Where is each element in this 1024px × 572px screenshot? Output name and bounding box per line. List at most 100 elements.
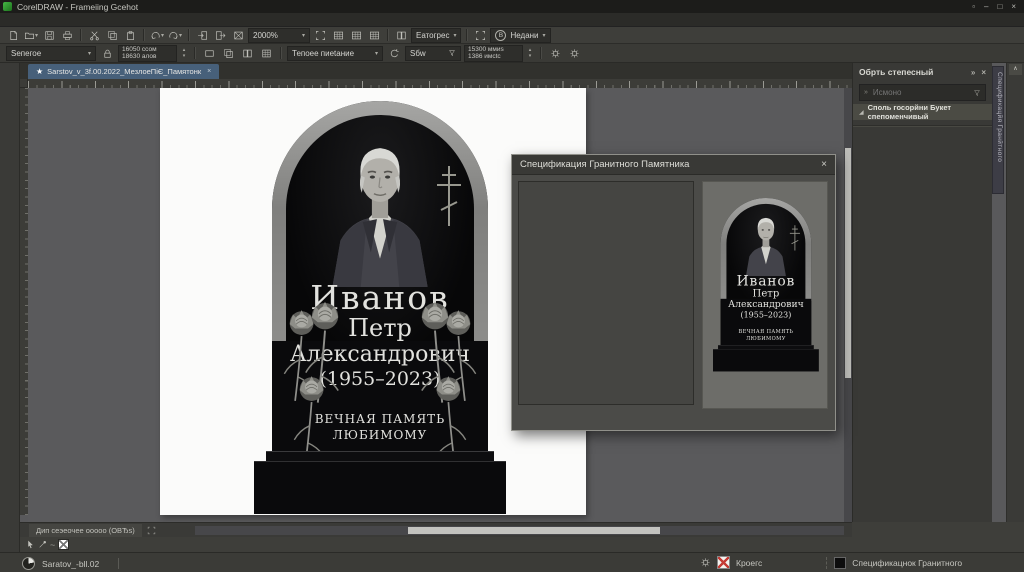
grid-view-button[interactable] <box>366 28 382 42</box>
search-icon: » <box>864 89 868 96</box>
docker-title: Обрть степесный <box>859 67 933 77</box>
position-spinner[interactable]: ▴▾ <box>180 47 188 59</box>
grid-view-button[interactable] <box>330 28 346 42</box>
cut-button[interactable] <box>86 28 102 42</box>
monument-slab: Иванов Петр Александрович (1955–2023) ВЕ… <box>272 101 488 451</box>
fit-page-button[interactable] <box>312 28 328 42</box>
status-dashed-separator <box>826 557 828 569</box>
standard-toolbar: ▾ ▾ ▾ 2000% ▾ Еатогрес ▾ B Недани <box>0 27 1024 44</box>
effects-label: Еатогрес <box>416 31 449 40</box>
position-y-value: 18630 алов <box>122 53 176 61</box>
window-control-close[interactable]: × <box>1011 2 1016 11</box>
fill-status-label: Кроегс <box>736 558 762 568</box>
options-button[interactable] <box>566 46 582 60</box>
toolbar-separator <box>143 29 144 41</box>
window-control-restore[interactable]: ▫ <box>972 2 975 11</box>
pages-button[interactable] <box>393 28 409 42</box>
status-bar: Saratov_-bll.02 Кроегс Спецификацнок Гра… <box>0 552 1024 572</box>
dialog-close-icon[interactable]: × <box>821 159 827 170</box>
arrange-button[interactable] <box>258 46 274 60</box>
carnation-engraving-right <box>420 289 480 454</box>
preset-combo[interactable]: Sепегое ▾ <box>6 46 96 61</box>
import-button[interactable] <box>194 28 210 42</box>
palette-scroll-up-button[interactable]: ∧ <box>1009 64 1022 75</box>
lock-ratio-button[interactable] <box>99 46 115 60</box>
horizontal-scrollbar-thumb[interactable] <box>408 527 660 534</box>
favorite-star-icon: ★ <box>36 67 43 76</box>
toolbar-separator <box>540 47 541 59</box>
portrait-engraving-mini <box>742 212 789 276</box>
search-input[interactable] <box>871 87 970 98</box>
undo-button[interactable]: ▾ <box>149 28 165 42</box>
size-spinner[interactable]: ▴▾ <box>526 47 534 59</box>
badge-b-icon: B <box>495 30 506 41</box>
corel-logo-icon <box>3 2 12 11</box>
eyedropper-icon <box>40 541 46 547</box>
launch-combo[interactable]: B Недани ▾ <box>490 28 550 43</box>
window-control-maximize[interactable]: □ <box>997 2 1002 11</box>
monument-preview-panel: Иванов Петр Александрович (1955–2023) ВЕ… <box>702 181 828 409</box>
docker-search-box[interactable]: » <box>859 84 986 101</box>
docker-panel: Обрть степесный » × » ◢ Споль госорйни Б… <box>852 63 992 522</box>
toolbar-separator <box>80 29 81 41</box>
grid-view-button[interactable] <box>348 28 364 42</box>
export-button[interactable] <box>212 28 228 42</box>
orthodox-cross-icon <box>434 163 464 229</box>
position-x-value: 16050 ссом <box>122 46 176 54</box>
docker-header[interactable]: Обрть степесный » × <box>853 63 992 81</box>
tree-expand-icon[interactable]: ◢ <box>859 109 864 116</box>
dialog-title-bar[interactable]: Спецификация Гранитного Памятника × <box>512 155 835 175</box>
vertical-scrollbar-thumb[interactable] <box>845 148 851 378</box>
outline-combo[interactable]: Sбw <box>405 46 461 61</box>
window-control-minimize[interactable]: – <box>984 2 988 11</box>
size-width-value: 15300 ммиs <box>468 46 522 54</box>
frame-button[interactable] <box>472 28 488 42</box>
page-tab[interactable]: Дип сеэеочее ооооо (ОВЂs) <box>29 524 142 537</box>
no-color-swatch[interactable] <box>58 539 69 550</box>
zoom-level-combo[interactable]: 2000% ▾ <box>248 28 310 43</box>
expand-corners-icon[interactable] <box>147 526 156 535</box>
orthodox-cross-icon-mini <box>789 224 802 252</box>
new-document-button[interactable] <box>5 28 21 42</box>
mode-combo[interactable]: Тепоее пиеtание ▾ <box>287 46 383 61</box>
docker-collapse-icon[interactable]: » <box>971 68 975 77</box>
title-bar: CorelDRAW - Frameiing Gcehot ▫–□× <box>0 0 1024 13</box>
settings-button[interactable] <box>547 46 563 60</box>
print-button[interactable] <box>59 28 75 42</box>
page-layout-button[interactable] <box>201 46 217 60</box>
application-window: CorelDRAW - Frameiing Gcehot ▫–□× ▾ ▾ ▾ … <box>0 0 1024 572</box>
open-button[interactable]: ▾ <box>23 28 39 42</box>
portrait-engraving <box>324 135 436 287</box>
specification-dialog: Спецификация Гранитного Памятника × <box>511 154 836 431</box>
docker-tree-header[interactable]: ◢ Споль госорйни Букет спепоменчивый <box>853 104 992 120</box>
paste-button[interactable] <box>122 28 138 42</box>
status-document-label: Saratov_-bll.02 <box>42 559 99 569</box>
rotate-button[interactable] <box>386 46 402 60</box>
horizontal-scrollbar[interactable] <box>195 526 844 535</box>
save-button[interactable] <box>41 28 57 42</box>
bottom-palette-row: ~ <box>20 537 852 552</box>
fill-none-swatch[interactable] <box>717 556 730 569</box>
menu-bar <box>0 13 1024 27</box>
monument-artwork[interactable]: Иванов Петр Александрович (1955–2023) ВЕ… <box>254 101 506 513</box>
tab-close-icon[interactable]: × <box>207 68 211 75</box>
vertical-scrollbar[interactable] <box>844 88 852 522</box>
object-size-fields[interactable]: 15300 ммиs 1386 имсtс <box>464 45 523 62</box>
selection-color-swatch[interactable] <box>834 557 846 569</box>
group-button[interactable] <box>239 46 255 60</box>
publish-button[interactable] <box>230 28 246 42</box>
redo-button[interactable]: ▾ <box>167 28 183 42</box>
monument: Иванов Петр Александрович (1955–2023) ВЕ… <box>254 101 506 513</box>
effects-combo[interactable]: Еатогрес ▾ <box>411 28 461 43</box>
docker-close-icon[interactable]: × <box>981 68 986 77</box>
document-tab[interactable]: ★ Sarstov_v_3f.00.2022_МезлоеПіЄ_Памятон… <box>28 64 219 79</box>
monument-preview: Иванов Петр Александрович (1955–2023) ВЕ… <box>713 198 819 371</box>
object-position-fields[interactable]: 16050 ссом 18630 алов <box>118 45 177 62</box>
status-separator <box>118 558 119 569</box>
docker-side-tab[interactable]: Спецификацйя Гранйтного <box>992 66 1004 194</box>
document-color-palette: ∧ <box>1006 63 1024 522</box>
copy-button[interactable] <box>104 28 120 42</box>
side-tab-label: Спецификацйя Гранйтного <box>996 72 1003 162</box>
mirror-button[interactable] <box>220 46 236 60</box>
bottom-right-filler <box>852 522 1024 552</box>
